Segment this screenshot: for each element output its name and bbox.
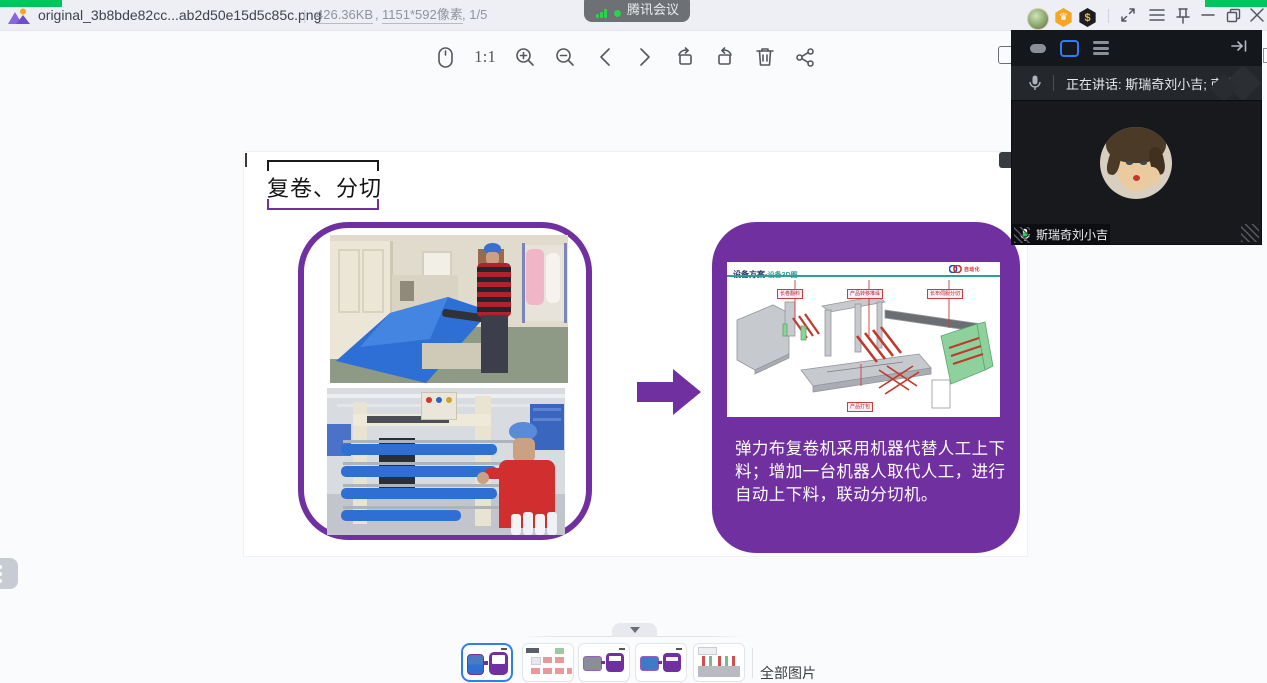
fullscreen-icon[interactable]	[1117, 4, 1139, 26]
next-image-icon[interactable]	[630, 42, 660, 72]
equipment-3d-diagram: 设备方案-设备3D图 自动化	[727, 262, 1000, 417]
thumbnail-5[interactable]	[693, 643, 745, 682]
collapse-thumbnails-tab[interactable]	[612, 623, 657, 637]
participant-video-tile[interactable]: 斯瑞奇刘小吉	[1011, 100, 1262, 245]
resize-hatch-left[interactable]	[1014, 227, 1030, 243]
drag-tool-icon[interactable]	[430, 42, 460, 72]
all-images-label[interactable]: 全部图片	[760, 663, 816, 683]
meeting-floating-pill[interactable]: 腾讯会议	[584, 0, 690, 22]
close-icon[interactable]	[1246, 4, 1267, 26]
share-icon[interactable]	[790, 42, 820, 72]
solution-box: 设备方案-设备3D图 自动化	[712, 222, 1020, 553]
rotate-left-icon[interactable]	[670, 42, 700, 72]
diagram-label-3: 长布伺服分切	[927, 289, 963, 299]
clipped-icon-partial	[1263, 48, 1267, 63]
file-size[interactable]: 426.36KB	[316, 0, 373, 30]
floating-menu-icon[interactable]	[0, 558, 18, 589]
zoom-out-icon[interactable]	[550, 42, 580, 72]
rotate-right-icon[interactable]	[710, 42, 740, 72]
participant-avatar	[1100, 127, 1172, 199]
user-avatar[interactable]	[1027, 8, 1049, 30]
diagram-label-4: 产品打包	[847, 402, 873, 412]
diagram-label-2: 产品转移堆垛	[847, 289, 883, 299]
video-view-icon[interactable]	[1060, 40, 1079, 57]
separator: |	[303, 0, 307, 30]
solution-description: 弹力布复卷机采用机器代替人工上下料；增加一台机器人取代人工，进行自动上下料，联动…	[735, 438, 1007, 507]
title-bracket-bottom	[267, 199, 379, 210]
pin-icon[interactable]	[1172, 4, 1194, 26]
diagram-label-1: 长卷翻料	[777, 289, 803, 299]
thumbnail-1-selected[interactable]	[461, 643, 513, 682]
participant-name: 斯瑞奇刘小吉	[1036, 226, 1108, 243]
meeting-pill-label: 腾讯会议	[627, 0, 679, 18]
vip-badge-icon[interactable]: ♛	[1054, 8, 1073, 27]
chevron-down-icon	[630, 627, 640, 633]
banner-divider	[1053, 75, 1054, 91]
thumbnail-3[interactable]	[578, 643, 630, 682]
screenshare-border-left	[0, 0, 62, 7]
meeting-panel-header	[1011, 30, 1262, 66]
coin-badge-icon[interactable]: $	[1078, 8, 1097, 27]
image-dimensions[interactable]: 1151*592像素	[382, 0, 463, 30]
speaking-banner: 正在讲话: 斯瑞奇刘小吉; 南京...	[1011, 66, 1262, 100]
slide-edge-mark	[245, 153, 247, 167]
titlebar-divider	[1108, 9, 1109, 23]
thumbnail-4[interactable]	[635, 643, 687, 682]
status-dot-icon	[614, 10, 621, 17]
screenshare-border-right	[1205, 0, 1267, 7]
filename: original_3b8bde82cc...ab2d50e15d5c85c.pn…	[38, 0, 321, 30]
minimize-panel-icon[interactable]	[1030, 44, 1046, 53]
list-view-icon[interactable]	[1093, 41, 1109, 55]
title-bracket-top	[267, 160, 379, 171]
menu-icon[interactable]	[1146, 4, 1168, 26]
delete-icon[interactable]	[750, 42, 780, 72]
page-indicator: , 1/5	[462, 0, 487, 30]
thumbnail-2[interactable]	[522, 643, 574, 682]
previous-image-icon[interactable]	[590, 42, 620, 72]
diagram-header-rule	[727, 275, 1000, 277]
factory-photo-slitter	[327, 388, 565, 535]
restore-window-icon[interactable]	[1222, 4, 1244, 26]
factory-photo-rewinder	[330, 235, 568, 383]
resize-hatch-right[interactable]	[1241, 224, 1259, 242]
minimize-icon[interactable]	[1197, 4, 1219, 26]
app-logo-icon	[8, 8, 32, 24]
speaker-mic-icon	[1029, 75, 1041, 91]
diagram-company-logo: 自动化	[949, 265, 980, 273]
collapse-panel-icon[interactable]	[1231, 39, 1248, 58]
viewer-toolbar: 1:1	[430, 42, 820, 72]
meeting-video-panel: 正在讲话: 斯瑞奇刘小吉; 南京... 斯瑞奇刘小吉	[1011, 30, 1262, 245]
thumbnail-divider	[752, 648, 753, 678]
arrow-right-shape	[637, 367, 701, 417]
zoom-ratio-button[interactable]: 1:1	[470, 42, 500, 72]
comma: ,	[375, 0, 379, 30]
zoom-in-icon[interactable]	[510, 42, 540, 72]
signal-bars-icon	[596, 9, 608, 18]
